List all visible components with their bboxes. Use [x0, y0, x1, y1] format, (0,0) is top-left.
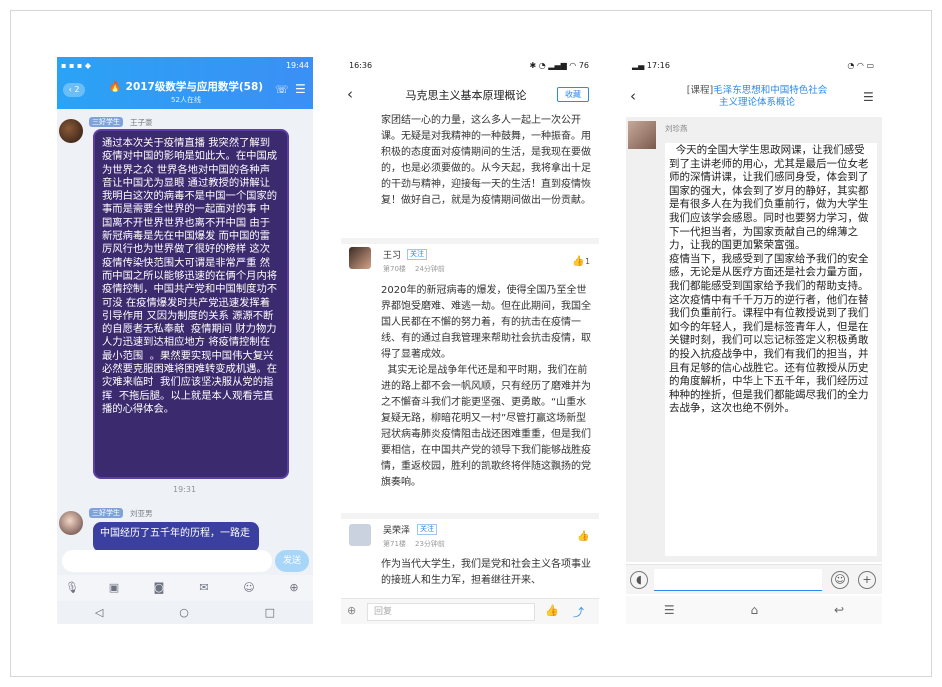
- input-bar: ◖ ☺ +: [626, 564, 882, 594]
- call-icon[interactable]: ☏: [275, 83, 289, 96]
- like-icon[interactable]: 👍: [577, 531, 589, 542]
- nav-back-icon[interactable]: ↩: [834, 603, 844, 617]
- author-name: 吴荣泽: [383, 526, 411, 536]
- status-bar: 16:36 ✱ ◔ ▂▄▆ ◠ 76: [341, 57, 599, 75]
- follow-button[interactable]: 关注: [417, 524, 437, 535]
- status-bar: ▂▄ 17:16 ◔ ◠ ▭: [626, 57, 882, 75]
- avatar[interactable]: [349, 247, 371, 269]
- send-button[interactable]: 发送: [275, 550, 309, 572]
- group-title: 🔥 2017级数学与应用数学(58): [108, 81, 264, 93]
- phone-course-forum: 16:36 ✱ ◔ ▂▄▆ ◠ 76 ‹ 马克思主义基本原理概论 收藏 家团结一…: [341, 57, 599, 624]
- member-tag: 三好学生: [89, 117, 123, 127]
- nav-home-icon[interactable]: ⌂: [751, 603, 759, 617]
- course-title: 马克思主义基本原理概论: [405, 89, 527, 102]
- avatar[interactable]: [349, 524, 371, 546]
- status-time: 19:44: [285, 61, 309, 70]
- voice-icon[interactable]: 🎙: [65, 581, 79, 595]
- phone-qq-group-chat: ▪ ▪ ▪ ◆ 19:44 ‹ 2 🔥 2017级数学与应用数学(58) 52人…: [57, 57, 313, 624]
- title-line2: 主义理论体系概论: [718, 97, 795, 108]
- voice-icon[interactable]: ◖: [630, 571, 648, 589]
- forum-header: ‹ 马克思主义基本原理概论 收藏: [341, 79, 599, 111]
- camera-icon[interactable]: ◙: [152, 581, 166, 595]
- nav-menu-icon[interactable]: ☰: [664, 603, 675, 617]
- sender-name: 刘亚男: [130, 509, 153, 518]
- like-count: 1: [585, 257, 591, 266]
- message-bubble[interactable]: 中国经历了五千年的历程，一路走: [93, 522, 259, 552]
- time-separator: 19:31: [173, 485, 197, 494]
- system-nav-bar: ☰ ⌂ ↩: [626, 596, 882, 624]
- message-bubble[interactable]: 今天的全国大学生思政网课，让我们感受到了主讲老师的用心，尤其是最后一位女老师的深…: [665, 143, 877, 556]
- red-packet-icon[interactable]: ✉: [197, 581, 211, 595]
- post-time: 23分钟前: [415, 540, 445, 548]
- nav-back-icon[interactable]: ◁: [95, 606, 103, 619]
- image-icon[interactable]: ▣: [107, 581, 121, 595]
- status-icons: ✱ ◔ ▂▄▆ ◠ 76: [529, 61, 589, 70]
- reply-input[interactable]: 回复: [367, 603, 535, 621]
- system-nav-bar: ◁ ○ □: [57, 600, 313, 624]
- author-name: 王习: [383, 251, 402, 261]
- chat-header: ▪ ▪ ▪ ◆ 19:44 ‹ 2 🔥 2017级数学与应用数学(58) 52人…: [57, 57, 313, 109]
- status-time: 16:36: [349, 61, 373, 70]
- phone-course-discussion: ▂▄ 17:16 ◔ ◠ ▭ ‹ [课程]毛泽东思想和中国特色社会 主义理论体系…: [626, 57, 882, 624]
- post-content: 2020年的新冠病毒的爆发，使得全国乃至全世界都饱受磨难、难逃一劫。但在此期间，…: [381, 285, 591, 488]
- avatar[interactable]: [628, 121, 656, 149]
- favorite-button[interactable]: 收藏: [557, 87, 589, 102]
- status-right-icons: ◔ ◠ ▭: [847, 61, 874, 70]
- nav-recent-icon[interactable]: □: [265, 606, 275, 619]
- share-icon[interactable]: ⤴: [573, 604, 584, 620]
- status-icons: ▂▄: [632, 61, 647, 70]
- title-line1: 毛泽东思想和中国特色社会: [713, 85, 828, 96]
- status-icons: ▪ ▪ ▪ ◆: [61, 61, 92, 70]
- menu-icon[interactable]: ☰: [863, 90, 874, 104]
- follow-button[interactable]: 关注: [407, 249, 427, 260]
- avatar[interactable]: [59, 119, 83, 143]
- post-time: 24分钟前: [415, 265, 445, 273]
- sender-name: 刘珍燕: [665, 124, 688, 133]
- post-content: 作为当代大学生，我们是党和社会主义各项事业的接班人和生力军，担着继往开来、: [381, 559, 591, 586]
- status-bar: ▪ ▪ ▪ ◆ 19:44: [57, 57, 313, 75]
- battery-level: 76: [578, 61, 589, 70]
- member-tag: 三好学生: [89, 508, 123, 518]
- message-bubble[interactable]: 通过本次关于疫情直播 我突然了解到疫情对中国的影响是如此大。在中国成为世界之众 …: [93, 129, 289, 479]
- message-input[interactable]: [654, 569, 822, 591]
- online-count: 52人在线: [171, 96, 201, 104]
- add-icon[interactable]: ⊕: [347, 604, 356, 617]
- floor-number: 第71楼: [383, 540, 406, 548]
- back-icon[interactable]: ‹: [630, 87, 636, 105]
- input-toolbar: 🎙 ▣ ◙ ✉ ☺ ⊕: [57, 575, 313, 601]
- course-title: [课程]毛泽东思想和中国特色社会 主义理论体系概论: [652, 85, 862, 109]
- emoji-icon[interactable]: ☺: [831, 571, 849, 589]
- like-icon[interactable]: 👍: [572, 256, 584, 267]
- avatar[interactable]: [59, 511, 83, 535]
- nav-home-icon[interactable]: ○: [179, 606, 189, 619]
- floor-number: 第70楼: [383, 265, 406, 273]
- emoji-icon[interactable]: ☺: [242, 581, 256, 595]
- like-icon[interactable]: 👍: [545, 604, 559, 617]
- divider: [341, 513, 599, 519]
- plus-icon[interactable]: +: [858, 571, 876, 589]
- post-content: 家团结一心的力量，这么多人一起上一次公开课。无疑是对我精神的一种鼓舞，一种振奋。…: [381, 115, 591, 206]
- plus-icon[interactable]: ⊕: [287, 581, 301, 595]
- back-icon[interactable]: ‹: [347, 85, 353, 103]
- title-prefix: [课程]: [686, 85, 714, 96]
- unread-count: 2: [74, 85, 80, 94]
- message-input[interactable]: [62, 550, 272, 572]
- back-button[interactable]: ‹ 2: [63, 83, 85, 97]
- sender-name: 王子豪: [130, 118, 153, 127]
- reply-bar: ⊕ 回复 👍 ⤴: [341, 598, 599, 624]
- divider: [341, 238, 599, 244]
- status-time: 17:16: [646, 61, 670, 70]
- menu-icon[interactable]: ☰: [295, 82, 306, 96]
